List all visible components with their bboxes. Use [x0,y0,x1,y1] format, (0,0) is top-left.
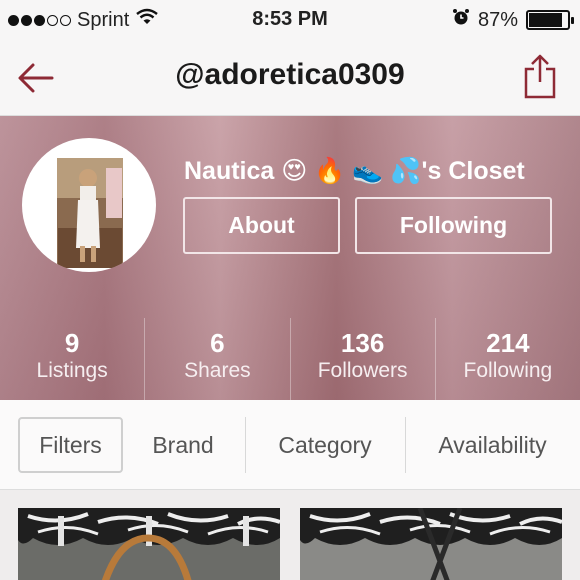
profile-photo [57,158,123,268]
filters-button[interactable]: Filters [18,417,123,473]
page-title: @adoretica0309 [175,58,405,91]
stat-listings[interactable]: 9 Listings [0,318,144,400]
listing-item[interactable] [18,508,280,580]
category-filter[interactable]: Category [250,417,400,473]
alarm-icon [452,8,470,32]
about-button[interactable]: About [183,197,340,254]
listing-photo [300,508,562,580]
battery-percent: 87% [477,8,518,31]
brand-filter[interactable]: Brand [128,417,238,473]
stat-value: 136 [340,328,385,358]
availability-filter[interactable]: Availability [410,417,575,473]
listings-grid [0,490,580,580]
status-bar: Sprint 8:53 PM 87% [0,0,580,40]
avatar[interactable] [22,138,156,272]
stat-label: Followers [317,359,408,382]
stat-following[interactable]: 214 Following [434,318,580,400]
stat-value: 214 [486,328,530,358]
divider [405,417,406,473]
status-right: 87% [452,8,574,32]
navigation-bar: @adoretica0309 [0,40,580,116]
profile-stats: 9 Listings 6 Shares 136 Followers 214 Fo… [0,318,580,400]
stat-label: Shares [184,359,251,382]
share-button[interactable] [522,52,558,100]
stat-value: 6 [210,328,225,358]
battery-icon [526,10,574,30]
following-button[interactable]: Following [355,197,552,254]
divider [245,417,246,473]
share-icon [524,54,556,99]
filter-bar: Filters Brand Category Availability [0,400,580,490]
stat-label: Following [463,359,553,382]
stat-shares[interactable]: 6 Shares [144,318,289,400]
listing-item[interactable] [300,508,562,580]
closet-name: Nautica 😍 🔥 👟 💦's Closet [184,157,525,185]
profile-header: Nautica 😍 🔥 👟 💦's Closet About Following… [0,116,580,400]
stat-followers[interactable]: 136 Followers [289,318,435,400]
listing-photo [18,508,280,580]
stat-value: 9 [64,328,80,358]
stat-label: Listings [36,359,108,382]
